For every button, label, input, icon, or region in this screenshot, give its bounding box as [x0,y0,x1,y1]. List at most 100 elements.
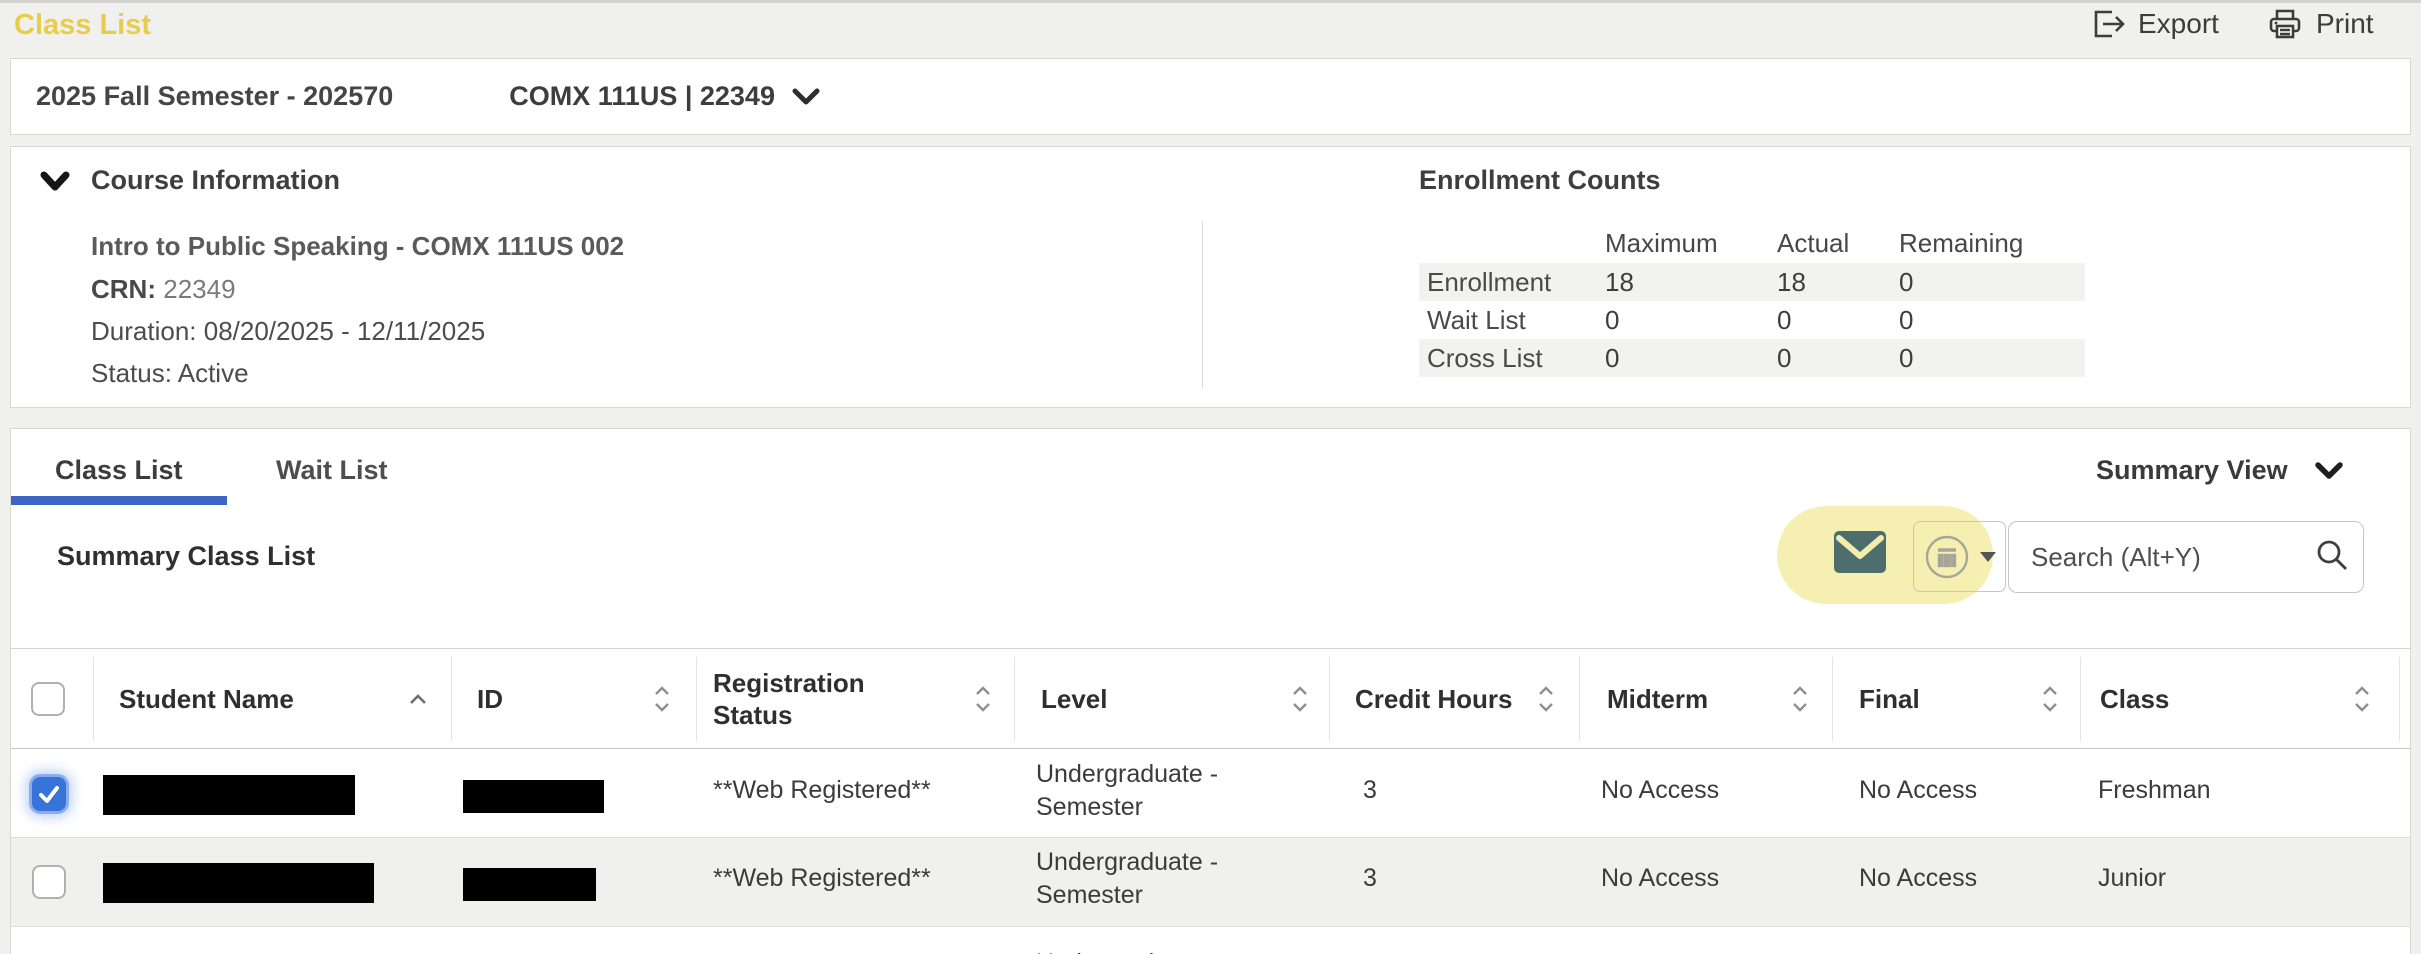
row-checkbox[interactable] [32,865,66,899]
sort-icon [2041,684,2059,714]
level-cell: Undergraduate - Semester [1036,846,1241,912]
row-label: Wait List [1419,305,1605,336]
sort-icon [2353,684,2371,714]
select-all-checkbox[interactable] [31,682,65,716]
page-title: Class List [14,9,151,42]
sort-icon [653,684,671,714]
status-line: Status: Active [91,358,249,389]
table-row: Undergraduate - Semester [11,927,2410,954]
column-label: Class [2100,683,2169,715]
actual-value: 0 [1777,305,1899,336]
column-label: Level [1041,683,1108,715]
column-header-student-name[interactable]: Student Name [119,649,428,749]
enrollment-col-maximum: Maximum [1605,228,1777,259]
column-label: Student Name [119,683,294,715]
duration-label: Duration: [91,316,197,346]
level-cell: Undergraduate - Semester [1036,947,1241,954]
enrollment-col-remaining: Remaining [1899,228,2085,259]
actual-value: 0 [1777,343,1899,374]
print-button[interactable]: Print [2266,7,2374,41]
column-header-id[interactable]: ID [477,649,671,749]
column-label: Midterm [1607,683,1708,715]
row-label: Enrollment [1419,267,1605,298]
export-icon [2090,7,2126,41]
course-info-panel: Course Information Intro to Public Speak… [10,146,2411,408]
print-label: Print [2316,8,2374,40]
export-button[interactable]: Export [2090,7,2219,41]
crn-value: 22349 [163,274,235,304]
check-icon [34,779,64,809]
registration-status-cell: **Web Registered** [713,774,931,807]
column-label: Credit Hours [1355,683,1512,715]
final-cell: No Access [1859,774,1977,807]
summary-class-list-heading: Summary Class List [57,541,315,572]
sort-ascending-icon [408,692,428,706]
duration-value: 08/20/2025 - 12/11/2025 [204,316,485,346]
redacted-student-id [463,780,604,813]
midterm-cell: No Access [1601,862,1719,895]
summary-view-dropdown[interactable]: Summary View [2096,455,2344,486]
email-button[interactable] [1833,530,1887,574]
sort-icon [1537,684,1555,714]
column-header-class[interactable]: Class [2100,649,2371,749]
crn-line: CRN: 22349 [91,274,236,305]
tab-wait-list[interactable]: Wait List [276,455,388,486]
redacted-student-id [463,868,596,901]
enrollment-counts-table: Maximum Actual Remaining Enrollment 18 1… [1419,223,2085,377]
status-label: Status: [91,358,172,388]
maximum-value: 0 [1605,343,1777,374]
column-header-registration-status[interactable]: Registration Status [713,649,992,749]
wait-list-row: Wait List 0 0 0 [1419,301,2085,339]
remaining-value: 0 [1899,343,2085,374]
chevron-down-icon [2314,461,2344,481]
credit-hours-cell: 3 [1363,862,1377,895]
maximum-value: 0 [1605,305,1777,336]
sort-icon [1291,684,1309,714]
enrollment-col-actual: Actual [1777,228,1899,259]
course-info-heading: Course Information [91,165,340,196]
column-label: ID [477,683,503,715]
enrollment-counts-heading: Enrollment Counts [1419,165,1661,196]
class-list-page: Class List Export Print 2025 Fall Semest… [0,0,2421,954]
search-icon[interactable] [2312,537,2352,577]
vertical-divider [1202,221,1203,389]
class-list-panel: Class List Wait List Summary View Summar… [10,428,2411,954]
duration-line: Duration: 08/20/2025 - 12/11/2025 [91,316,485,347]
print-icon [2266,7,2304,41]
table-row: **Web Registered** Undergraduate - Semes… [11,838,2410,926]
collapse-section-chevron-icon[interactable] [38,168,72,198]
column-header-credit-hours[interactable]: Credit Hours [1355,649,1555,749]
column-header-midterm[interactable]: Midterm [1607,649,1809,749]
summary-view-label: Summary View [2096,455,2288,486]
term-label: 2025 Fall Semester - 202570 [36,81,393,112]
credit-hours-cell: 3 [1363,774,1377,807]
redacted-student-name [103,863,374,903]
cross-list-row: Cross List 0 0 0 [1419,339,2085,377]
column-label: Final [1859,683,1920,715]
sort-icon [974,684,992,714]
enrollment-header-row: Maximum Actual Remaining [1419,223,2085,263]
crn-label: CRN: [91,274,156,304]
search-input[interactable] [2008,521,2364,593]
table-header-row: Student Name ID Registration Status Leve… [11,648,2410,749]
column-header-final[interactable]: Final [1859,649,2059,749]
remaining-value: 0 [1899,305,2085,336]
actual-value: 18 [1777,267,1899,298]
search-box [2008,521,2364,593]
tab-class-list[interactable]: Class List [55,455,183,486]
tools-dropdown-button[interactable] [1913,521,2006,592]
class-cell: Junior [2098,862,2166,895]
class-cell: Freshman [2098,774,2211,807]
remaining-value: 0 [1899,267,2085,298]
column-header-level[interactable]: Level [1041,649,1309,749]
registration-status-cell: **Web Registered** [713,862,931,895]
course-select-dropdown[interactable]: COMX 111US | 22349 [509,81,821,112]
export-label: Export [2138,8,2219,40]
course-select-value: COMX 111US | 22349 [509,81,775,112]
column-label: Registration Status [713,667,888,731]
level-cell: Undergraduate - Semester [1036,758,1241,824]
row-label: Cross List [1419,343,1605,374]
midterm-cell: No Access [1601,774,1719,807]
enrollment-row: Enrollment 18 18 0 [1419,263,2085,301]
row-checkbox[interactable] [32,777,66,811]
